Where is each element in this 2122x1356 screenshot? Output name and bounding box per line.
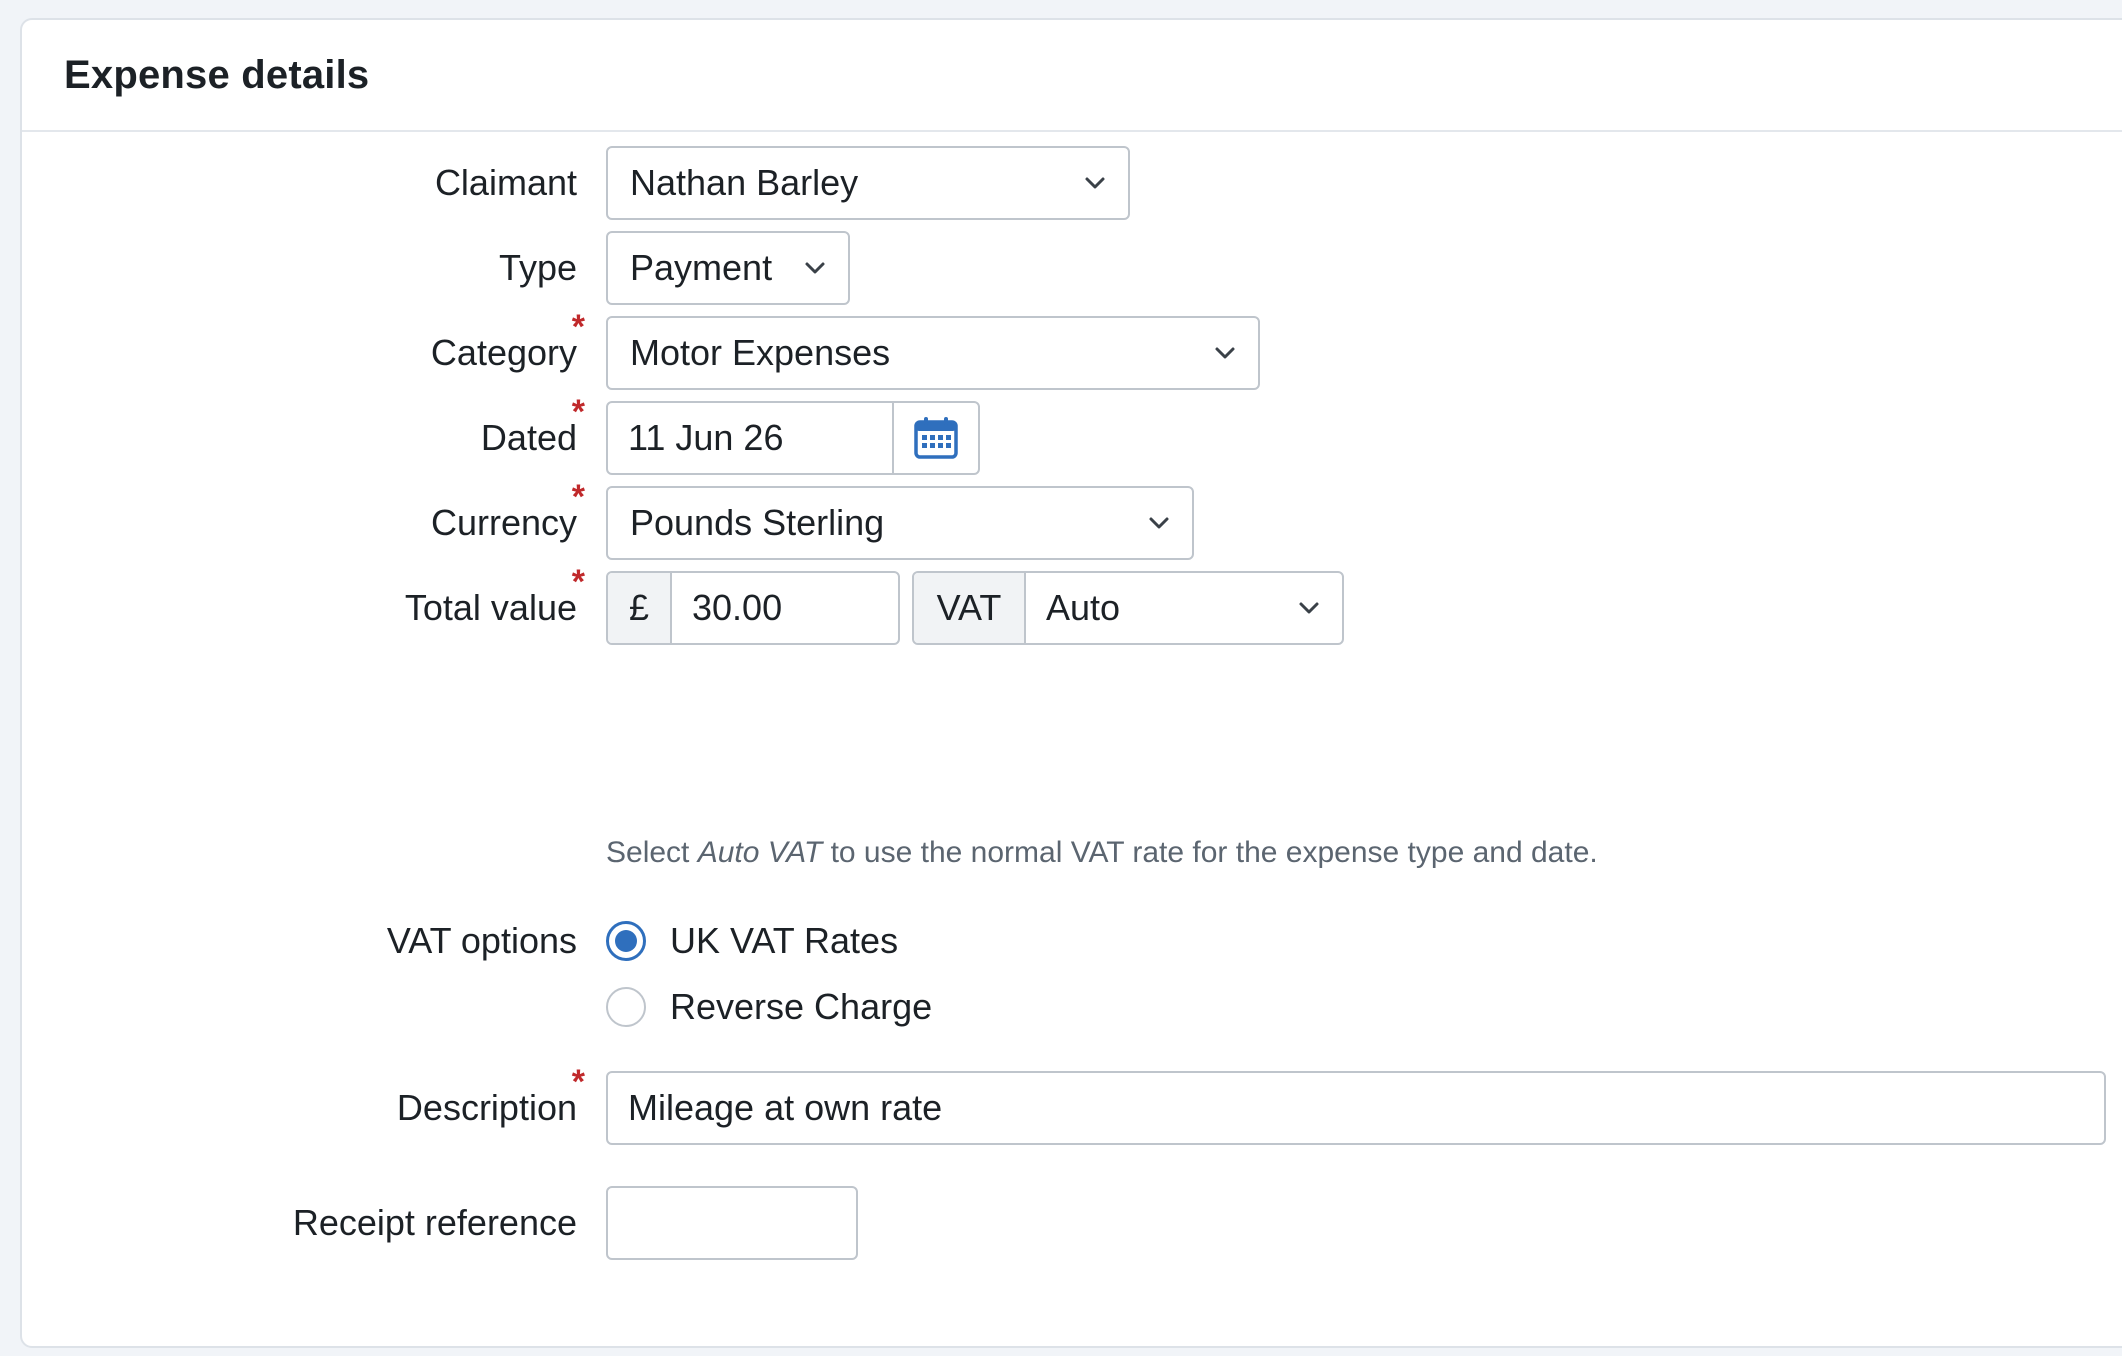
category-label: Category * [430, 308, 585, 373]
date-input-group: 11 Jun 26 [606, 401, 980, 475]
required-marker: * [571, 478, 585, 516]
panel-title: Expense details [64, 52, 370, 97]
expense-details-panel: Expense details Claimant Nathan Barley T… [20, 18, 2122, 1348]
currency-row: Currency * Pounds Sterling [22, 478, 2122, 560]
currency-select[interactable]: Pounds Sterling [606, 486, 1194, 560]
chevron-down-icon [1084, 172, 1106, 194]
vat-help-text: Select Auto VAT to use the normal VAT ra… [606, 836, 1598, 869]
vat-select[interactable]: Auto [1026, 573, 1342, 643]
radio-label: Reverse Charge [670, 986, 933, 1027]
amount-input[interactable]: 30.00 [672, 587, 898, 629]
dated-label: Dated * [480, 393, 585, 458]
claimant-row: Claimant Nathan Barley [22, 146, 2122, 220]
claimant-select[interactable]: Nathan Barley [606, 146, 1130, 220]
required-marker: * [571, 563, 585, 601]
currency-symbol: £ [608, 573, 672, 643]
vat-options-row: VAT options [22, 916, 2122, 990]
radio-checked-icon[interactable] [606, 921, 646, 961]
currency-label: Currency * [430, 478, 585, 543]
chevron-down-icon [1148, 512, 1170, 534]
radio-reverse-charge[interactable]: Reverse Charge [606, 982, 932, 1032]
vat-input-group: VAT Auto [912, 571, 1344, 645]
panel-header: Expense details [22, 20, 2122, 132]
description-value: Mileage at own rate [628, 1087, 943, 1128]
receipt-reference-label: Receipt reference [292, 1202, 577, 1243]
required-marker: * [571, 1063, 585, 1101]
calendar-icon [914, 417, 958, 459]
claimant-value: Nathan Barley [630, 162, 859, 203]
category-value: Motor Expenses [630, 332, 891, 373]
date-input[interactable]: 11 Jun 26 [608, 417, 892, 459]
receipt-reference-row: Receipt reference [22, 1186, 2122, 1260]
category-row: Category * Motor Expenses [22, 308, 2122, 390]
radio-unchecked-icon[interactable] [606, 987, 646, 1027]
total-value-label: Total value * [404, 563, 585, 628]
description-label: Description * [396, 1063, 585, 1128]
vat-options-label: VAT options [386, 920, 577, 961]
type-select[interactable]: Payment [606, 231, 850, 305]
category-select[interactable]: Motor Expenses [606, 316, 1260, 390]
type-label: Type [498, 247, 577, 288]
description-row: Description * Mileage at own rate [22, 1063, 2122, 1145]
chevron-down-icon [1214, 342, 1236, 364]
currency-value: Pounds Sterling [630, 502, 885, 543]
type-value: Payment [630, 247, 773, 288]
vat-select-value: Auto [1046, 587, 1121, 628]
required-marker: * [571, 308, 585, 346]
chevron-down-icon [804, 257, 826, 279]
dated-row: Dated * 11 Jun 26 [22, 393, 2122, 475]
claimant-label: Claimant [434, 162, 577, 203]
radio-label: UK VAT Rates [670, 920, 899, 961]
receipt-reference-input[interactable] [606, 1186, 858, 1260]
required-marker: * [571, 393, 585, 431]
radio-uk-vat-rates[interactable]: UK VAT Rates [606, 916, 898, 966]
date-picker-button[interactable] [892, 403, 978, 473]
type-row: Type Payment [22, 231, 2122, 305]
chevron-down-icon [1298, 597, 1320, 619]
vat-addon-label: VAT [914, 573, 1026, 643]
total-value-row: Total value * £ 30.00 VAT Auto [22, 563, 2122, 645]
description-input[interactable]: Mileage at own rate [606, 1071, 2106, 1145]
amount-input-group: £ 30.00 [606, 571, 900, 645]
